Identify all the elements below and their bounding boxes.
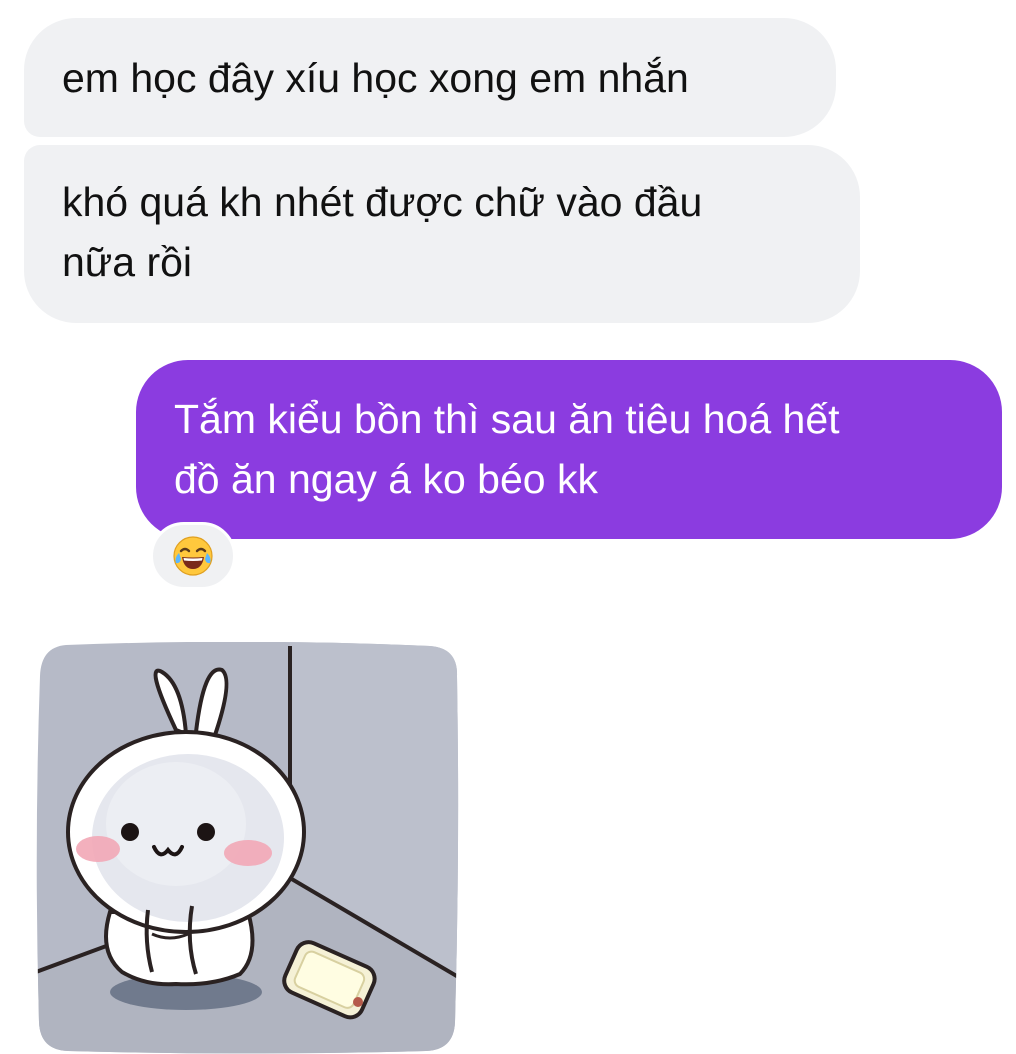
outgoing-message[interactable]: Tắm kiểu bồn thì sau ăn tiêu hoá hết đồ … [136,360,1002,539]
incoming-message[interactable]: em học đây xíu học xong em nhắn [24,18,836,137]
chat-thread: em học đây xíu học xong em nhắn khó quá … [0,0,1016,1054]
bunny-sticker-icon [36,642,459,1054]
laughing-tears-emoji-icon [173,536,213,576]
incoming-message[interactable]: khó quá kh nhét được chữ vào đầu nữa rồi [24,145,860,323]
bunny-sticker[interactable] [36,642,460,1054]
message-reaction[interactable] [150,522,236,590]
